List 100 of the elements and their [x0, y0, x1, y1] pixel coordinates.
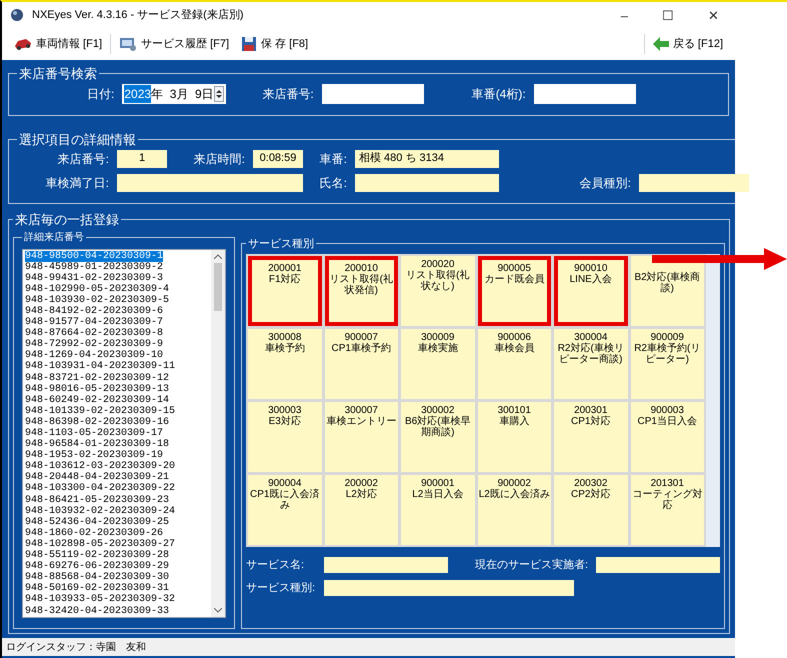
service-tile[interactable]: 200301 CP1対応: [554, 402, 628, 472]
list-item[interactable]: 948-60249-02-20230309-14: [25, 394, 170, 406]
toolbar-button[interactable]: サービス履歴 [F7]: [115, 32, 234, 56]
close-button[interactable]: ✕: [708, 8, 719, 22]
value-field: 1: [117, 150, 167, 168]
year-text: 2023: [124, 84, 152, 102]
field-label: サービス名:: [246, 558, 306, 573]
service-tile[interactable]: 900006 車検会員: [478, 329, 551, 399]
toolbar-button[interactable]: 保 存 [F8]: [237, 32, 312, 56]
service-tile[interactable]: 900010 LINE入会: [554, 256, 628, 326]
service-tile[interactable]: B2対応(車検商談): [630, 256, 704, 326]
save-icon: [241, 36, 258, 52]
service-tile[interactable]: 900003 CP1当日入会: [630, 402, 704, 472]
list-item[interactable]: 948-99431-02-20230309-3: [25, 272, 164, 284]
list-item[interactable]: 948-86398-02-20230309-16: [25, 416, 170, 428]
list-item[interactable]: 948-86421-05-20230309-23: [25, 494, 170, 506]
service-tile[interactable]: 300101 車購入: [478, 402, 551, 472]
list-item[interactable]: 948-103933-05-20230309-32: [25, 594, 176, 606]
field-label: 氏名:: [318, 174, 348, 192]
field-label: 日付:: [87, 86, 114, 102]
field-label: 来店番号:: [262, 86, 314, 102]
section-title: 選択項目の詳細情報: [18, 131, 137, 149]
service-tile[interactable]: 200001 F1対応: [248, 256, 322, 326]
value-field: 相模 480 ち 3134: [355, 150, 499, 168]
field-label: 会員種別:: [578, 174, 632, 192]
list-item[interactable]: 948-87664-02-20230309-8: [25, 328, 164, 340]
service-tile[interactable]: 300003 E3対応: [248, 402, 322, 472]
list-item[interactable]: 948-72992-02-20230309-9: [25, 339, 164, 350]
minimize-button[interactable]: –: [620, 8, 628, 22]
field-label: 車検満了日:: [44, 174, 110, 192]
service-tile[interactable]: 900001 L2当日入会: [401, 475, 474, 545]
list-item[interactable]: 948-103931-04-20230309-11: [25, 361, 176, 373]
scroll-down-icon[interactable]: [214, 608, 222, 613]
list-item[interactable]: 948-32420-04-20230309-33: [25, 606, 170, 617]
list-item[interactable]: 948-20448-04-20230309-21: [25, 472, 170, 484]
section-title: サービス種別: [247, 236, 315, 252]
list-item[interactable]: 948-103300-04-20230309-22: [25, 483, 176, 495]
service-tile[interactable]: 200010 リスト取得(礼状発信): [324, 256, 398, 326]
plate-number-field[interactable]: [534, 84, 636, 104]
service-tile[interactable]: 900002 L2既に入会済み: [478, 475, 551, 545]
service-tile[interactable]: 200002 L2対応: [324, 475, 398, 545]
list-item[interactable]: 948-103932-02-20230309-24: [25, 506, 176, 517]
list-item[interactable]: 948-69276-06-20230309-29: [25, 561, 170, 572]
service-tile[interactable]: 300009 車検実施: [401, 329, 474, 399]
list-item[interactable]: 948-101339-02-20230309-15: [25, 406, 176, 417]
field-label: 車番:: [318, 150, 348, 168]
section-title: 来店番号検索: [18, 65, 98, 83]
list-item[interactable]: 948-98500-04-20230309-1: [25, 250, 164, 262]
back-button[interactable]: 戻る [F12]: [648, 32, 727, 56]
list-item[interactable]: 948-1860-02-20230309-26: [25, 528, 164, 539]
date-field[interactable]: 2023年 3月 9日: [122, 84, 226, 104]
scrollbar[interactable]: [211, 250, 225, 617]
list-item[interactable]: 948-98016-05-20230309-13: [25, 384, 170, 395]
value-field: 0:08:59: [253, 150, 303, 168]
app-icon: [10, 8, 24, 22]
field-label: 現在のサービス実施者:: [474, 558, 589, 573]
service-tile[interactable]: 300004 R2対応(車検リピーター商談): [554, 329, 628, 399]
status-text: ログインスタッフ：寺園 友和: [6, 640, 146, 654]
scroll-up-icon[interactable]: [214, 254, 222, 258]
list-item[interactable]: 948-91577-04-20230309-7: [25, 317, 164, 328]
window-title: NXEyes Ver. 4.3.16 - サービス登録(来店別): [32, 8, 244, 23]
scroll-thumb[interactable]: [214, 262, 222, 310]
list-item[interactable]: 948-52436-04-20230309-25: [25, 516, 170, 528]
list-item[interactable]: 948-1269-04-20230309-10: [25, 350, 164, 362]
list-item[interactable]: 948-83721-02-20230309-12: [25, 372, 170, 384]
list-item[interactable]: 948-84192-02-20230309-6: [25, 306, 164, 318]
list-item[interactable]: 948-103612-03-20230309-20: [25, 461, 176, 472]
maximize-button[interactable]: ☐: [662, 8, 674, 22]
section-title: 詳細来店番号: [23, 230, 85, 244]
section-title: 来店毎の一括登録: [14, 211, 120, 229]
field-label: サービス種別:: [246, 580, 316, 596]
list-item[interactable]: 948-45989-01-20230309-2: [25, 262, 164, 273]
service-tile[interactable]: 201301 コーティング対応: [630, 475, 704, 545]
list-item[interactable]: 948-102898-05-20230309-27: [25, 538, 176, 550]
list-item[interactable]: 948-102990-05-20230309-4: [25, 284, 170, 295]
list-item[interactable]: 948-55119-02-20230309-28: [25, 550, 170, 562]
service-tile[interactable]: 300002 B6対応(車検早期商談): [401, 402, 474, 472]
visit-number-field[interactable]: [322, 84, 424, 104]
field-label: 来店番号:: [56, 150, 110, 168]
list-item[interactable]: 948-103930-02-20230309-5: [25, 294, 170, 306]
field-label: 来店時間:: [192, 150, 246, 168]
service-tile[interactable]: 300008 車検予約: [248, 329, 322, 399]
list-item[interactable]: 948-1103-05-20230309-17: [25, 428, 164, 440]
service-tile[interactable]: 900004 CP1既に入会済み: [248, 475, 322, 545]
service-tile[interactable]: 200020 リスト取得(礼状なし): [401, 256, 474, 326]
service-tile[interactable]: 300007 車検エントリー: [324, 402, 398, 472]
car-icon: [14, 37, 32, 51]
list-item[interactable]: 948-96584-01-20230309-18: [25, 439, 170, 450]
field-label: 車番(4桁):: [472, 86, 526, 102]
list-item[interactable]: 948-1953-02-20230309-19: [25, 450, 164, 462]
spinner-icon[interactable]: [214, 86, 224, 102]
list-item[interactable]: 948-88568-04-20230309-30: [25, 572, 170, 584]
date-text: 年 3月 9日: [151, 86, 214, 102]
toolbar-button[interactable]: 車両情報 [F1]: [10, 32, 106, 56]
service-tile[interactable]: 900007 CP1車検予約: [324, 329, 398, 399]
service-tile[interactable]: 900009 R2車検予約(リピーター): [630, 329, 704, 399]
list-item[interactable]: 948-50169-02-20230309-31: [25, 583, 170, 594]
service-tile[interactable]: 900005 カード既会員: [478, 256, 551, 326]
monitor-icon: [119, 36, 138, 52]
service-tile[interactable]: 200302 CP2対応: [554, 475, 628, 545]
